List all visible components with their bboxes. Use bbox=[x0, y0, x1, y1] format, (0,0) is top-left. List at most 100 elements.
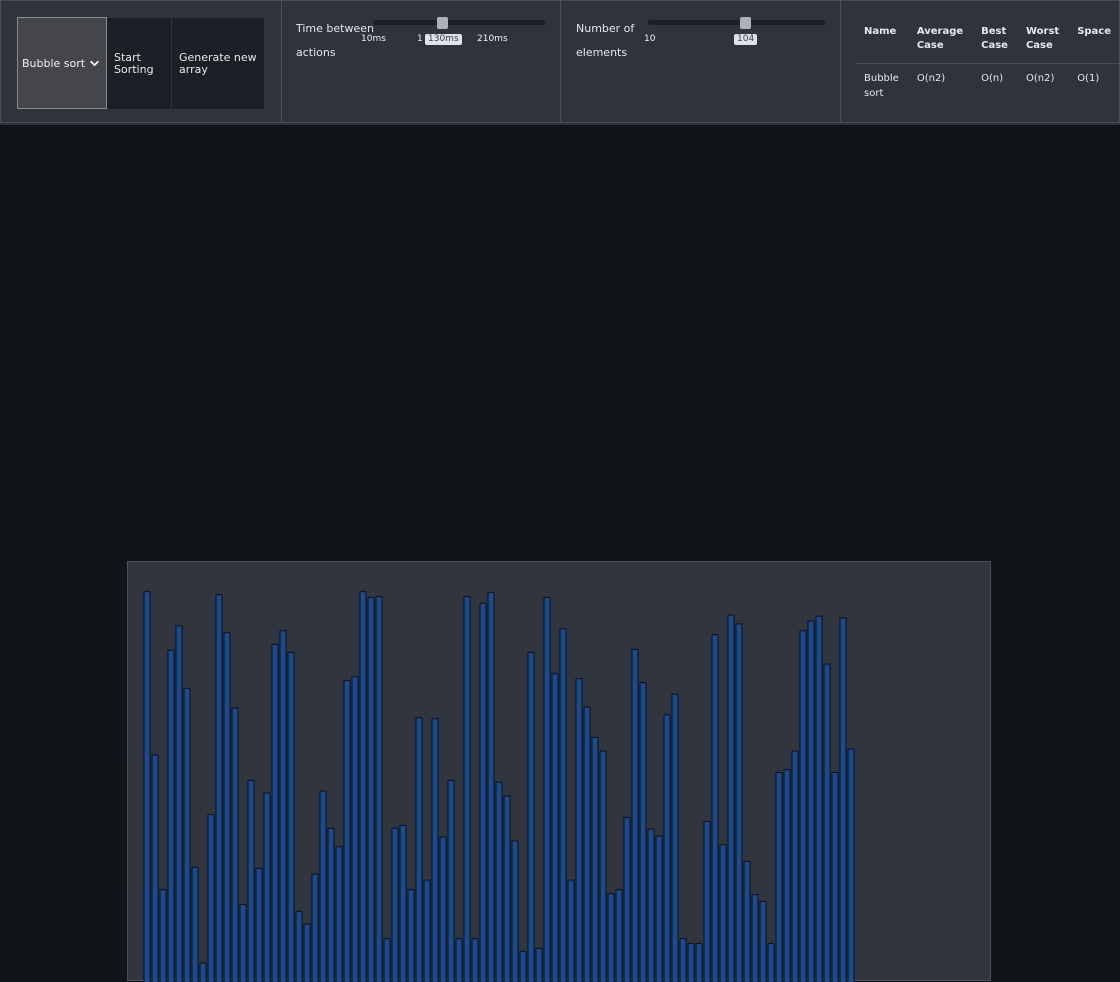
array-bar bbox=[704, 821, 710, 982]
array-bar bbox=[448, 780, 454, 982]
header-average: Average Case bbox=[908, 23, 972, 64]
array-bar bbox=[848, 749, 854, 982]
control-bar: Bubble sort Start Sorting Generate new a… bbox=[0, 0, 1120, 125]
array-bar bbox=[672, 694, 678, 982]
array-bar bbox=[160, 890, 166, 982]
array-bar bbox=[592, 737, 598, 982]
array-bar bbox=[168, 650, 174, 982]
array-bar bbox=[200, 963, 206, 982]
array-bar bbox=[784, 770, 790, 982]
complexity-table: Name Average Case Best Case Worst Case S… bbox=[855, 23, 1120, 101]
array-bar bbox=[664, 715, 670, 982]
array-bar bbox=[288, 652, 294, 982]
delay-min-label: 10ms bbox=[361, 34, 386, 44]
delay-slider-track[interactable] bbox=[373, 20, 545, 25]
cell-best: O(n) bbox=[972, 64, 1017, 102]
array-bar bbox=[648, 829, 654, 982]
array-bar bbox=[400, 825, 406, 982]
cell-name: Bubble sort bbox=[855, 64, 908, 102]
array-bar bbox=[272, 644, 278, 982]
array-bar bbox=[736, 624, 742, 982]
array-bar bbox=[416, 718, 422, 982]
array-bar bbox=[752, 895, 758, 982]
count-slider-thumb[interactable] bbox=[740, 17, 751, 29]
array-visualization bbox=[127, 561, 991, 981]
sort-controls-panel: Bubble sort Start Sorting Generate new a… bbox=[0, 0, 281, 123]
array-bar bbox=[320, 791, 326, 982]
array-bar bbox=[176, 626, 182, 982]
array-bar bbox=[632, 649, 638, 982]
array-bar bbox=[296, 911, 302, 982]
array-bar bbox=[496, 782, 502, 982]
chevron-down-icon bbox=[89, 58, 100, 69]
array-bar bbox=[680, 939, 686, 982]
array-bar bbox=[488, 593, 494, 982]
array-bar bbox=[624, 817, 630, 982]
array-bar bbox=[192, 867, 198, 982]
header-name: Name bbox=[855, 23, 908, 64]
delay-max-label: 210ms bbox=[477, 34, 508, 44]
array-bar bbox=[584, 707, 590, 982]
array-bar bbox=[768, 944, 774, 982]
cell-average: O(n2) bbox=[908, 64, 972, 102]
array-bar bbox=[264, 793, 270, 982]
header-space: Space bbox=[1068, 23, 1120, 64]
table-row: Bubble sort O(n2) O(n) O(n2) O(1) bbox=[855, 64, 1120, 102]
header-worst: Worst Case bbox=[1017, 23, 1068, 64]
array-bar bbox=[616, 890, 622, 982]
array-bar bbox=[728, 615, 734, 982]
array-bar bbox=[208, 815, 214, 982]
start-sorting-button[interactable]: Start Sorting bbox=[107, 18, 171, 109]
array-bar bbox=[840, 618, 846, 982]
count-min-label: 10 bbox=[644, 34, 655, 44]
array-bar bbox=[464, 597, 470, 982]
array-bar bbox=[336, 847, 342, 982]
array-bar bbox=[256, 868, 262, 982]
array-bar bbox=[712, 635, 718, 982]
array-bar bbox=[544, 598, 550, 982]
array-bar bbox=[328, 828, 334, 982]
array-bar bbox=[216, 595, 222, 982]
array-bar bbox=[392, 828, 398, 982]
array-bar bbox=[808, 621, 814, 982]
array-bar bbox=[440, 837, 446, 982]
count-slider-track[interactable] bbox=[648, 20, 825, 25]
array-bar bbox=[552, 674, 558, 982]
delay-mid-label: 1 bbox=[417, 34, 423, 44]
delay-slider-thumb[interactable] bbox=[437, 17, 448, 29]
delay-value-tooltip: 130ms bbox=[425, 34, 462, 45]
array-bar bbox=[792, 751, 798, 982]
array-bar bbox=[536, 948, 542, 982]
array-bar bbox=[640, 683, 646, 982]
array-bar bbox=[776, 773, 782, 982]
array-bar bbox=[472, 939, 478, 982]
array-bar bbox=[576, 679, 582, 982]
array-bar-chart bbox=[128, 562, 992, 982]
array-bar bbox=[760, 902, 766, 982]
array-bar bbox=[352, 677, 358, 982]
algorithm-select-value: Bubble sort bbox=[22, 57, 85, 70]
array-bar bbox=[504, 796, 510, 982]
array-bar bbox=[512, 841, 518, 982]
array-bar bbox=[720, 845, 726, 982]
algorithm-select[interactable]: Bubble sort bbox=[17, 17, 107, 109]
array-bar bbox=[224, 633, 230, 982]
array-bar bbox=[456, 939, 462, 982]
array-bar bbox=[144, 592, 150, 982]
array-bar bbox=[240, 904, 246, 982]
array-bar bbox=[600, 751, 606, 982]
array-bar bbox=[344, 681, 350, 982]
array-bar bbox=[824, 664, 830, 982]
array-bar bbox=[368, 598, 374, 982]
array-bar bbox=[184, 688, 190, 982]
array-bar bbox=[528, 652, 534, 982]
array-bar bbox=[248, 780, 254, 982]
array-bar bbox=[360, 592, 366, 982]
array-bar bbox=[232, 708, 238, 982]
array-bar bbox=[744, 861, 750, 982]
array-bar bbox=[816, 616, 822, 982]
array-bar bbox=[384, 939, 390, 982]
array-bar bbox=[408, 890, 414, 982]
generate-array-button[interactable]: Generate new array bbox=[172, 18, 264, 109]
array-bar bbox=[696, 944, 702, 982]
